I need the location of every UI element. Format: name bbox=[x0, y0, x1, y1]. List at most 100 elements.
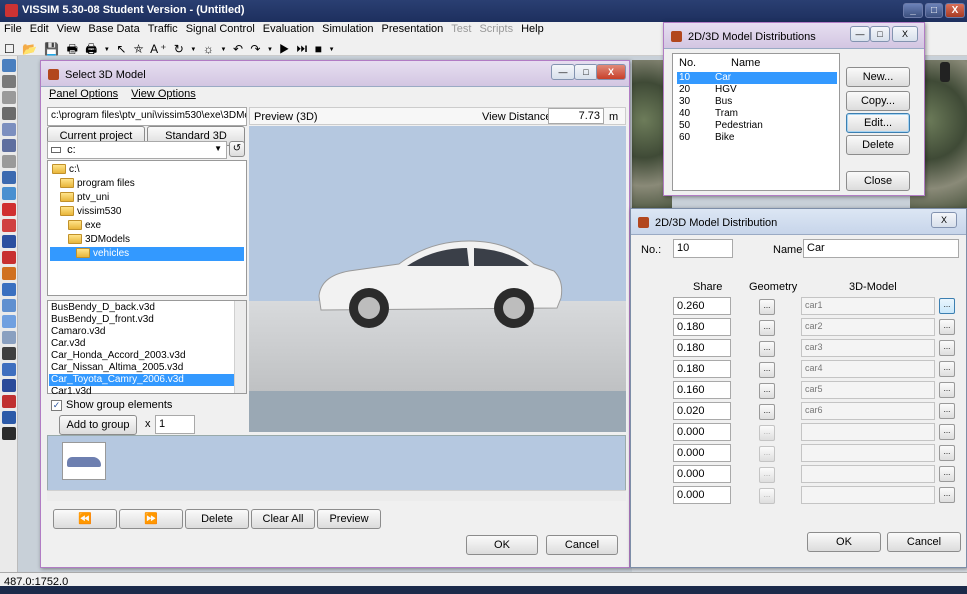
close-button[interactable]: X bbox=[892, 26, 918, 42]
folder-tree[interactable]: c:\ program files ptv_uni vissim530 exe 3DMod… bbox=[47, 160, 247, 296]
folder-tree-item[interactable]: 3DModels bbox=[50, 233, 244, 247]
model-file-item[interactable]: BusBendy_D_back.v3d bbox=[49, 302, 245, 314]
network-tool-icon[interactable] bbox=[2, 59, 16, 72]
model-file-item[interactable]: Camaro.v3d bbox=[49, 326, 245, 338]
minimize-button[interactable]: — bbox=[551, 64, 575, 80]
model-file-item[interactable]: Car.v3d bbox=[49, 338, 245, 350]
thumbnail-car[interactable] bbox=[62, 442, 106, 480]
distribution-list-item[interactable]: 40 Tram bbox=[677, 108, 837, 120]
group-count-input[interactable]: 1 bbox=[155, 415, 195, 434]
panel-options-menu[interactable]: Panel Options bbox=[49, 88, 118, 100]
preview-button[interactable]: Preview bbox=[317, 509, 381, 529]
preview-3d-viewport[interactable] bbox=[249, 126, 626, 432]
share-input[interactable]: 0.000 bbox=[673, 444, 731, 462]
select-3d-model-button[interactable]: ... bbox=[939, 319, 955, 335]
close-distributions-button[interactable]: Close bbox=[846, 171, 910, 191]
delete-distribution-button[interactable]: Delete bbox=[846, 135, 910, 155]
network-tool-icon[interactable] bbox=[2, 107, 16, 120]
folder-tree-item[interactable]: program files bbox=[50, 177, 244, 191]
network-tool-icon[interactable] bbox=[2, 235, 16, 248]
close-button[interactable]: X bbox=[931, 212, 957, 228]
network-tool-icon[interactable] bbox=[2, 283, 16, 296]
network-tools-sidebar[interactable] bbox=[0, 56, 18, 572]
select-3d-model-button[interactable]: ... bbox=[939, 382, 955, 398]
network-tool-icon[interactable] bbox=[2, 427, 16, 440]
geometry-button[interactable]: ... bbox=[759, 425, 775, 441]
share-input[interactable]: 0.180 bbox=[673, 339, 731, 357]
cancel-button[interactable]: Cancel bbox=[887, 532, 961, 552]
distribution-list-item[interactable]: 20 HGV bbox=[677, 84, 837, 96]
network-tool-icon[interactable] bbox=[2, 139, 16, 152]
distribution-list-item[interactable]: 60 Bike bbox=[677, 132, 837, 144]
network-tool-icon[interactable] bbox=[2, 187, 16, 200]
menu-test[interactable]: Test bbox=[447, 22, 475, 35]
model-file-item[interactable]: Car_Honda_Accord_2003.v3d bbox=[49, 350, 245, 362]
maximize-button[interactable]: □ bbox=[925, 3, 943, 18]
windows-taskbar[interactable] bbox=[0, 586, 967, 594]
select-3d-model-button[interactable]: ... bbox=[939, 466, 955, 482]
select-3d-model-button[interactable]: ... bbox=[939, 424, 955, 440]
geometry-button[interactable]: ... bbox=[759, 320, 775, 336]
network-tool-icon[interactable] bbox=[2, 331, 16, 344]
share-input[interactable]: 0.180 bbox=[673, 318, 731, 336]
menu-traffic[interactable]: Traffic bbox=[144, 22, 182, 35]
3d-model-field[interactable]: car2 bbox=[801, 318, 935, 336]
file-list-scrollbar[interactable] bbox=[234, 301, 246, 393]
geometry-button[interactable]: ... bbox=[759, 446, 775, 462]
close-button[interactable]: X bbox=[945, 3, 965, 18]
network-tool-icon[interactable] bbox=[2, 123, 16, 136]
network-tool-icon[interactable] bbox=[2, 171, 16, 184]
geometry-button[interactable]: ... bbox=[759, 383, 775, 399]
geometry-button[interactable]: ... bbox=[759, 467, 775, 483]
distribution-list-item[interactable]: 10 Car bbox=[677, 72, 837, 84]
network-tool-icon[interactable] bbox=[2, 411, 16, 424]
share-input[interactable]: 0.000 bbox=[673, 423, 731, 441]
distribution-list-item[interactable]: 50 Pedestrian bbox=[677, 120, 837, 132]
select-3d-model-button[interactable]: ... bbox=[939, 445, 955, 461]
share-input[interactable]: 0.180 bbox=[673, 360, 731, 378]
menu-help[interactable]: Help bbox=[517, 22, 548, 35]
copy-distribution-button[interactable]: Copy... bbox=[846, 91, 910, 111]
select-3d-model-button[interactable]: ... bbox=[939, 340, 955, 356]
model-path-field[interactable]: c:\program files\ptv_uni\vissim530\exe\3… bbox=[47, 107, 247, 126]
3d-model-field[interactable] bbox=[801, 444, 935, 462]
select-3d-model-button[interactable]: ... bbox=[939, 361, 955, 377]
share-input[interactable]: 0.020 bbox=[673, 402, 731, 420]
network-tool-icon[interactable] bbox=[2, 203, 16, 216]
distribution-list-item[interactable]: 30 Bus bbox=[677, 96, 837, 108]
new-distribution-button[interactable]: New... bbox=[846, 67, 910, 87]
add-to-group-button[interactable]: Add to group bbox=[59, 415, 137, 435]
menu-base-data[interactable]: Base Data bbox=[84, 22, 143, 35]
geometry-button[interactable]: ... bbox=[759, 341, 775, 357]
model-file-item[interactable]: Car_Nissan_Altima_2005.v3d bbox=[49, 362, 245, 374]
cancel-button[interactable]: Cancel bbox=[546, 535, 618, 555]
3d-model-field[interactable] bbox=[801, 486, 935, 504]
3d-model-field[interactable]: car1 bbox=[801, 297, 935, 315]
network-tool-icon[interactable] bbox=[2, 395, 16, 408]
geometry-button[interactable]: ... bbox=[759, 299, 775, 315]
folder-tree-item[interactable]: vehicles bbox=[50, 247, 244, 261]
thumbnail-scrollbar[interactable] bbox=[47, 490, 626, 501]
ok-button[interactable]: OK bbox=[807, 532, 881, 552]
menu-view[interactable]: View bbox=[53, 22, 85, 35]
network-tool-icon[interactable] bbox=[2, 155, 16, 168]
3d-model-field[interactable]: car6 bbox=[801, 402, 935, 420]
share-input[interactable]: 0.000 bbox=[673, 465, 731, 483]
minimize-button[interactable]: — bbox=[850, 26, 870, 42]
3d-model-field[interactable] bbox=[801, 465, 935, 483]
model-file-item[interactable]: Car1.v3d bbox=[49, 386, 245, 398]
drive-select[interactable]: c: ▼ bbox=[47, 141, 227, 159]
folder-tree-item[interactable]: exe bbox=[50, 219, 244, 233]
network-tool-icon[interactable] bbox=[2, 347, 16, 360]
select-3d-model-button[interactable]: ... bbox=[939, 298, 955, 314]
share-input[interactable]: 0.000 bbox=[673, 486, 731, 504]
3d-model-field[interactable]: car5 bbox=[801, 381, 935, 399]
menu-presentation[interactable]: Presentation bbox=[378, 22, 448, 35]
3d-model-field[interactable]: car4 bbox=[801, 360, 935, 378]
ok-button[interactable]: OK bbox=[466, 535, 538, 555]
model-file-item[interactable]: BusBendy_D_front.v3d bbox=[49, 314, 245, 326]
select-3d-model-button[interactable]: ... bbox=[939, 403, 955, 419]
geometry-button[interactable]: ... bbox=[759, 362, 775, 378]
distribution-list[interactable]: No. Name 10 Car 20 HGV 30 Bus 40 Tram 50 Pedestri… bbox=[672, 53, 840, 191]
maximize-button[interactable]: □ bbox=[574, 64, 598, 80]
